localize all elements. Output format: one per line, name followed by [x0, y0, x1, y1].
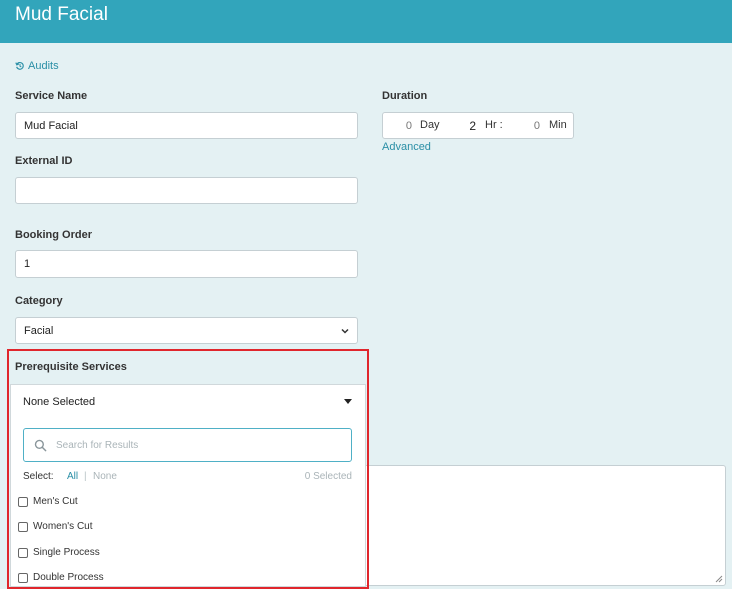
prerequisite-label: Prerequisite Services [15, 361, 127, 373]
prerequisite-search[interactable] [23, 428, 352, 462]
prerequisite-selected-text[interactable]: None Selected [23, 396, 95, 408]
option-label: Men's Cut [33, 496, 78, 507]
option-label: Women's Cut [33, 521, 93, 532]
description-textarea[interactable] [362, 465, 726, 586]
history-icon [15, 62, 24, 70]
external-id-label: External ID [15, 155, 73, 167]
checkbox[interactable] [18, 521, 28, 532]
resize-grip-icon[interactable] [715, 575, 723, 583]
booking-order-label: Booking Order [15, 229, 93, 241]
audits-link[interactable]: Audits [15, 60, 59, 72]
select-label: Select: [23, 471, 54, 482]
select-all-link[interactable]: All [67, 471, 78, 482]
checkbox[interactable] [18, 496, 28, 507]
duration-hours-input[interactable]: 2 [453, 119, 476, 133]
chevron-down-icon [341, 328, 349, 334]
duration-label: Duration [382, 90, 428, 102]
category-label: Category [15, 295, 63, 307]
caret-down-icon[interactable] [344, 399, 352, 404]
booking-order-input[interactable]: 1 [15, 250, 358, 278]
duration-hour-unit: Hr : [485, 119, 503, 131]
duration-day-unit: Day [420, 119, 440, 131]
external-id-input[interactable] [15, 177, 358, 204]
prerequisite-search-input[interactable] [54, 429, 344, 461]
option-label: Single Process [33, 547, 100, 558]
page-title: Mud Facial [15, 4, 108, 25]
checkbox[interactable] [18, 547, 28, 558]
option-double-process[interactable]: Double Process [18, 572, 104, 583]
category-select[interactable]: Facial [15, 317, 358, 344]
prerequisite-dropdown[interactable]: None Selected Select: All | None 0 Selec… [10, 384, 366, 587]
audits-label: Audits [28, 60, 59, 72]
option-single-process[interactable]: Single Process [18, 547, 100, 558]
service-name-input[interactable]: Mud Facial [15, 112, 358, 139]
service-name-label: Service Name [15, 90, 88, 102]
option-mens-cut[interactable]: Men's Cut [18, 496, 78, 507]
duration-minutes-input[interactable]: 0 [517, 120, 540, 132]
select-separator: | [84, 471, 87, 482]
duration-input-group: 0 Day 2 Hr : 0 Min [382, 112, 574, 139]
select-none-link[interactable]: None [93, 471, 117, 482]
duration-minute-unit: Min [549, 119, 567, 131]
page-header: Mud Facial [0, 0, 732, 43]
selected-count: 0 Selected [304, 471, 352, 482]
option-label: Double Process [33, 572, 104, 583]
checkbox[interactable] [18, 572, 28, 583]
option-womens-cut[interactable]: Women's Cut [18, 521, 93, 532]
advanced-link[interactable]: Advanced [382, 141, 431, 153]
search-icon [34, 439, 47, 452]
duration-days-input[interactable]: 0 [389, 120, 412, 132]
category-value: Facial [24, 324, 54, 337]
